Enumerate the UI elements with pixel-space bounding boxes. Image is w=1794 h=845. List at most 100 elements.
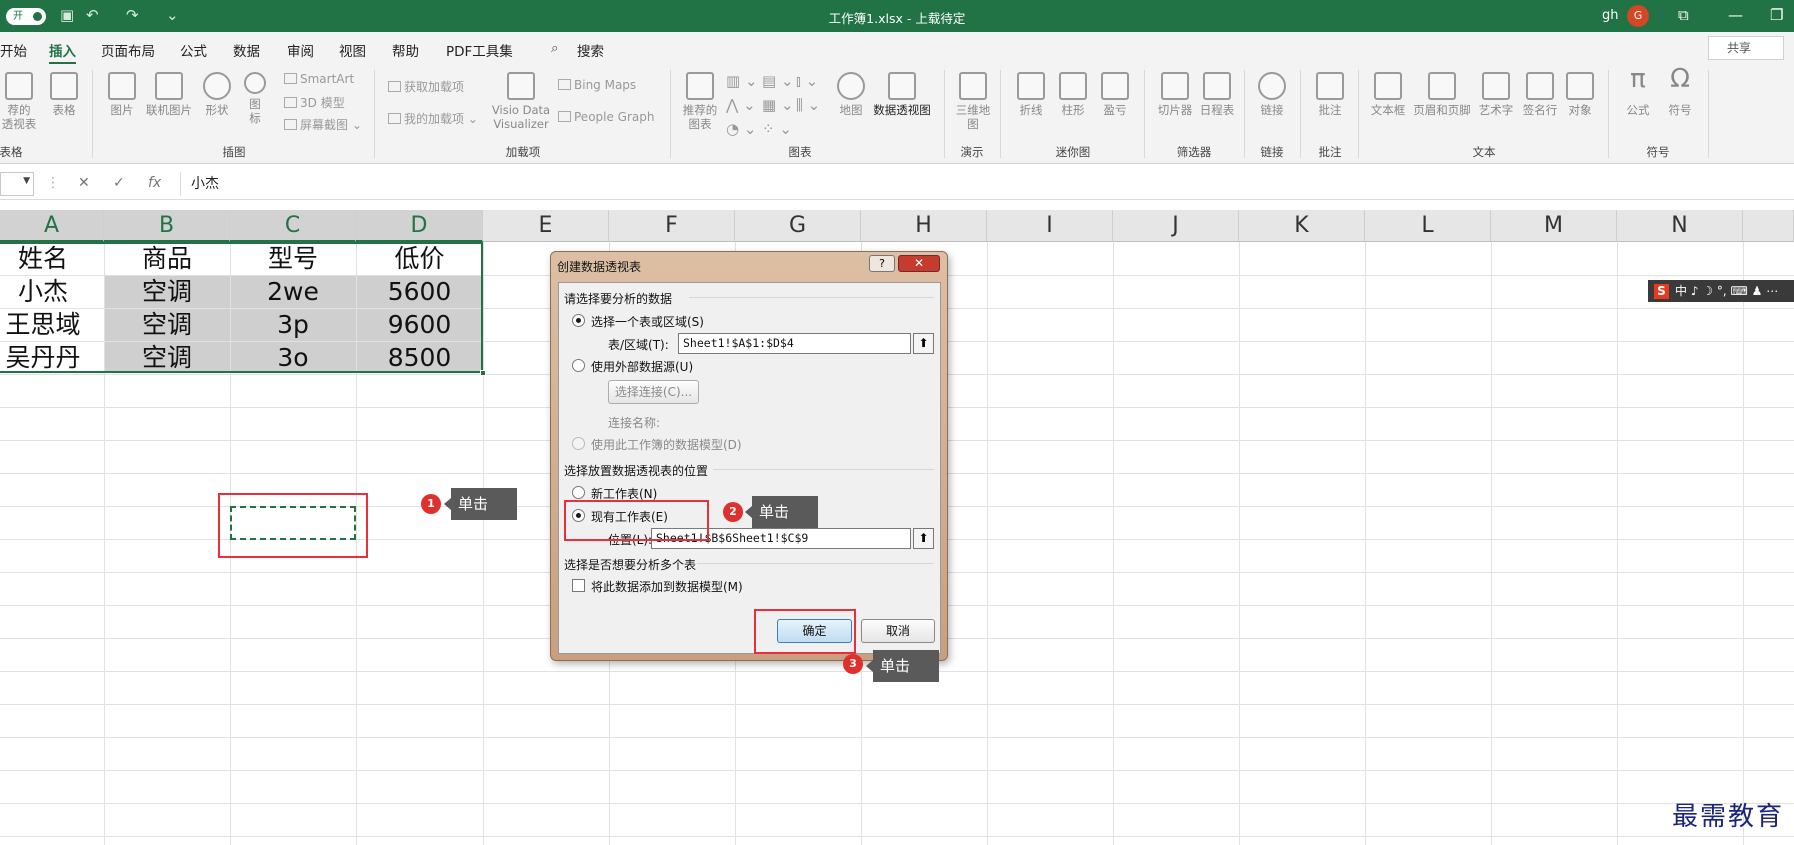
smartart-button[interactable]: SmartArt [284,72,354,86]
range-input[interactable]: Sheet1!$A$1:$D$4 [678,333,911,354]
column-header-c[interactable]: C [230,210,356,242]
ribbon-tabs: 开始 插入 页面布局 公式 数据 审阅 视图 帮助 PDF工具集 ⌕ 搜索 共享 [0,32,1794,65]
insert-function-icon[interactable]: fx [148,175,161,191]
location-collapse-button[interactable]: ⬆ [913,528,934,549]
3d-map-button[interactable]: 三维地 图 [954,72,992,131]
comment-button[interactable]: 批注 [1312,72,1348,117]
signature-line-button[interactable]: 签名行 [1518,72,1562,117]
tab-help[interactable]: 帮助 [392,40,419,60]
close-button[interactable]: ✕ [898,255,940,272]
ribbon-display-icon[interactable]: ⧉ [1678,6,1689,24]
combo-chart-icon[interactable]: ⫼ ⌄ [796,96,820,114]
sparkline-winloss-button[interactable]: 盈亏 [1098,72,1132,117]
tab-review[interactable]: 审阅 [287,40,314,60]
confirm-entry-icon[interactable]: ✓ [113,175,125,191]
pi-icon: π [1630,64,1646,94]
pie-chart-icon[interactable]: ◔ ⌄ [726,120,756,138]
column-header-h[interactable]: H [861,210,987,242]
tab-view[interactable]: 视图 [339,40,366,60]
share-button[interactable]: 共享 [1708,36,1784,60]
column-header-i[interactable]: I [987,210,1113,242]
radio-external-source-label[interactable]: 使用外部数据源(U) [591,358,693,375]
tab-home[interactable]: 开始 [0,40,27,60]
object-button[interactable]: 对象 [1562,72,1598,117]
column-header-j[interactable]: J [1113,210,1239,242]
textbox-icon [1374,72,1402,100]
name-box[interactable]: ▼ [0,172,34,196]
statistic-chart-icon[interactable]: ▦ ⌄ [762,96,794,114]
radio-new-worksheet[interactable] [572,486,585,499]
column-header-f[interactable]: F [609,210,735,242]
section-multiple-label: 选择是否想要分析多个表 [564,558,697,572]
column-header-o[interactable] [1743,210,1794,242]
tab-data[interactable]: 数据 [233,40,260,60]
column-header-a[interactable]: A [0,210,104,242]
people-graph-button[interactable]: People Graph [558,110,655,124]
column-header-d[interactable]: D [356,210,483,242]
online-pictures-button[interactable]: 联机图片 [143,72,195,117]
radio-select-range[interactable] [572,314,585,327]
radio-data-model-label[interactable]: 使用此工作簿的数据模型(D) [591,436,742,453]
radio-external-source[interactable] [572,359,585,372]
recommended-pivot-button[interactable]: 荐的 透视表 [0,72,44,131]
3d-models-button[interactable]: 3D 模型 [284,94,345,111]
hierarchy-chart-icon[interactable]: ⋀ ⌄ [726,96,756,114]
radio-select-range-label[interactable]: 选择一个表或区域(S) [591,313,704,330]
column-header-m[interactable]: M [1491,210,1617,242]
add-to-model-label[interactable]: 将此数据添加到数据模型(M) [591,578,743,595]
bing-maps-button[interactable]: Bing Maps [558,78,636,92]
column-header-l[interactable]: L [1365,210,1491,242]
range-collapse-button[interactable]: ⬆ [913,333,934,354]
tab-formulas[interactable]: 公式 [180,40,207,60]
search-icon[interactable]: ⌕ [551,40,559,56]
waterfall-chart-icon[interactable]: ⫾ ⌄ [796,72,818,90]
textbox-button[interactable]: 文本框 [1366,72,1410,117]
cancel-button[interactable]: 取消 [861,619,935,643]
tab-insert[interactable]: 插入 [49,40,76,65]
cancel-entry-icon[interactable]: ✕ [78,175,90,191]
pictures-button[interactable]: 图片 [104,72,140,117]
maps-button[interactable]: 地图 [834,72,868,117]
fill-handle[interactable] [480,370,486,376]
tab-page-layout[interactable]: 页面布局 [101,40,155,60]
column-chart-icon[interactable]: ▥ ⌄ [726,72,758,90]
radio-data-model[interactable] [572,437,585,450]
help-button[interactable]: ? [869,255,895,272]
pivotchart-button[interactable]: 数据透视图 [870,72,934,117]
user-name[interactable]: gh [1602,8,1619,23]
restore-icon[interactable]: ❐ [1770,6,1783,24]
column-header-g[interactable]: G [735,210,861,242]
column-header-e[interactable]: E [483,210,609,242]
equation-button[interactable]: π 公式 [1620,64,1656,117]
divider [689,297,934,298]
slicer-button[interactable]: 切片器 [1154,72,1196,117]
sparkline-column-button[interactable]: 柱形 [1056,72,1090,117]
table-button[interactable]: 表格 [46,72,82,117]
avatar[interactable]: G [1627,5,1649,27]
tab-pdf-tools[interactable]: PDF工具集 [446,40,513,60]
timeline-button[interactable]: 日程表 [1196,72,1238,117]
search-box[interactable]: 搜索 [577,40,604,60]
scatter-chart-icon[interactable]: ⁘ ⌄ [762,120,792,138]
add-to-model-checkbox[interactable] [572,579,585,592]
bar-chart-icon[interactable]: ▤ ⌄ [762,72,794,90]
column-header-b[interactable]: B [104,210,230,242]
header-footer-button[interactable]: 页眉和页脚 [1410,72,1474,117]
minimize-icon[interactable]: — [1728,6,1743,24]
sparkline-line-button[interactable]: 折线 [1014,72,1048,117]
visio-button[interactable]: Visio Data Visualizer [490,72,552,131]
symbol-button[interactable]: Ω 符号 [1662,66,1698,117]
link-button[interactable]: 链接 [1254,72,1290,117]
my-addins-button[interactable]: 我的加载项 ⌄ [388,110,478,127]
ime-toolbar[interactable]: S中 ♪ ☽ °, ⌨ ♟ ⋯ [1648,280,1794,302]
get-addins-button[interactable]: 获取加载项 [388,78,464,95]
column-header-n[interactable]: N [1617,210,1743,242]
formula-input[interactable]: 小杰 [180,172,1790,196]
icons-button[interactable]: 图 标 [242,72,268,125]
choose-connection-button[interactable]: 选择连接(C)... [608,380,699,404]
shapes-button[interactable]: 形状 [200,72,234,117]
recommended-charts-button[interactable]: 推荐的 图表 [678,72,722,131]
wordart-button[interactable]: 艺术字 [1474,72,1518,117]
screenshot-button[interactable]: 屏幕截图 ⌄ [284,116,362,133]
column-header-k[interactable]: K [1239,210,1365,242]
